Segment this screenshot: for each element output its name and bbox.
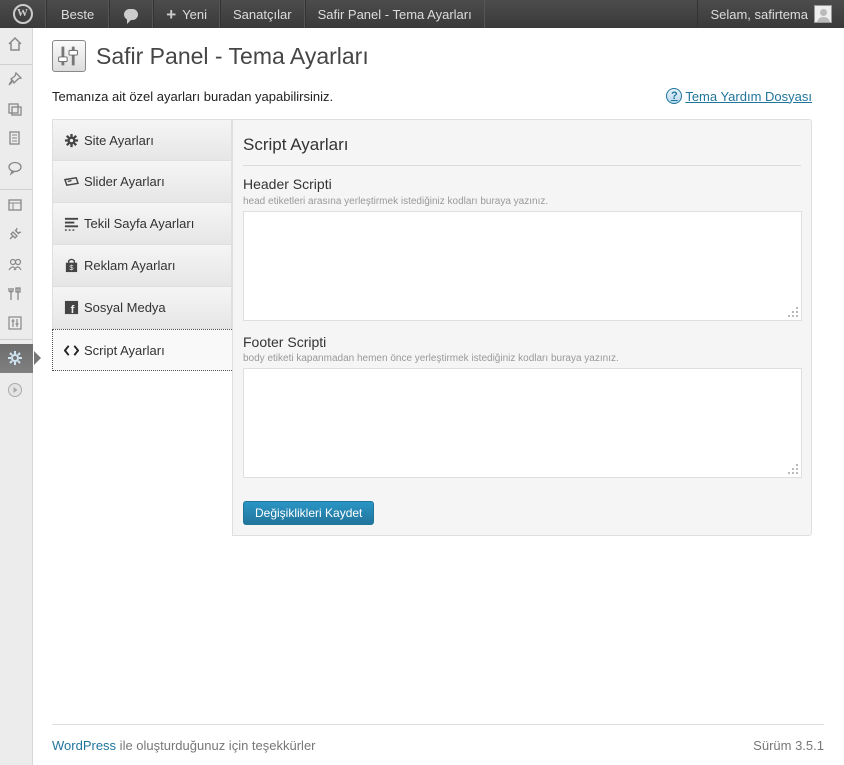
- resize-grip-icon[interactable]: [788, 464, 798, 474]
- tools-icon[interactable]: [5, 284, 25, 304]
- bag-icon: $: [63, 258, 79, 274]
- tab-label: Script Ayarları: [84, 342, 165, 358]
- artists-menu[interactable]: Sanatçılar: [220, 0, 305, 28]
- tab-label: Slider Ayarları: [84, 174, 165, 189]
- footer-thanks-text: ile oluşturduğunuz için teşekkürler: [116, 738, 316, 753]
- tab-ad-settings[interactable]: $ Reklam Ayarları: [52, 245, 232, 287]
- safir-panel-menu-active[interactable]: [0, 344, 41, 373]
- gear-icon: [63, 132, 79, 148]
- footer-script-label: Footer Scripti: [243, 334, 327, 350]
- comments-icon[interactable]: [5, 158, 25, 178]
- footer-script-description: body etiketi kapanmadan hemen önce yerle…: [243, 353, 619, 364]
- admin-bar: Beste + Yeni Sanatçılar Safir Panel - Te…: [0, 0, 844, 28]
- site-name-link[interactable]: Beste: [46, 0, 110, 28]
- tab-site-settings[interactable]: Site Ayarları: [52, 119, 232, 161]
- plus-icon: +: [166, 4, 177, 24]
- tab-slider-settings[interactable]: Slider Ayarları: [52, 161, 232, 203]
- slider-icon: [63, 174, 79, 190]
- tab-social-media[interactable]: f Sosyal Medya: [52, 287, 232, 329]
- lines-icon: [63, 216, 79, 232]
- comment-bubble-icon: [124, 8, 139, 24]
- help-link-label: Tema Yardım Dosyası: [685, 88, 812, 104]
- admin-menu: [0, 28, 41, 765]
- theme-help-link[interactable]: ? Tema Yardım Dosyası: [666, 88, 812, 104]
- plugins-icon[interactable]: [5, 224, 25, 244]
- settings-tabs: Site Ayarları Slider Ayarları Tekil Sayf…: [52, 119, 232, 371]
- tab-label: Tekil Sayfa Ayarları: [84, 216, 195, 231]
- pages-icon[interactable]: [5, 128, 25, 148]
- svg-text:f: f: [70, 304, 74, 315]
- version-text: Sürüm 3.5.1: [753, 738, 824, 753]
- panel-title: Script Ayarları: [243, 135, 349, 154]
- help-icon: ?: [666, 88, 683, 104]
- header-script-label: Header Scripti: [243, 176, 332, 192]
- wordpress-link[interactable]: WordPress: [52, 738, 116, 753]
- divider: [243, 165, 801, 166]
- users-icon[interactable]: [5, 254, 25, 274]
- wordpress-logo-icon: [12, 4, 33, 24]
- tab-label: Reklam Ayarları: [84, 258, 176, 273]
- tab-label: Site Ayarları: [84, 132, 154, 148]
- page-description: Temanıza ait özel ayarları buradan yapab…: [52, 89, 334, 104]
- theme-settings-menu[interactable]: Safir Panel - Tema Ayarları: [304, 0, 485, 28]
- greeting-text: Selam, safirtema: [710, 6, 808, 22]
- settings-sliders-icon[interactable]: [5, 313, 25, 333]
- comments-menu[interactable]: [109, 0, 154, 28]
- code-icon: [63, 342, 79, 358]
- footer-divider: [52, 724, 824, 725]
- tab-label: Sosyal Medya: [84, 300, 166, 315]
- appearance-icon[interactable]: [5, 195, 25, 215]
- media-icon[interactable]: [5, 99, 25, 119]
- new-content-label: Yeni: [182, 6, 208, 22]
- wordpress-logo-menu[interactable]: [0, 0, 46, 28]
- dashboard-icon[interactable]: [5, 34, 25, 54]
- script-settings-panel: Script Ayarları Header Scripti head etik…: [232, 119, 812, 536]
- footer-script-textarea[interactable]: [243, 368, 802, 478]
- page-title: Safir Panel - Tema Ayarları: [96, 43, 369, 69]
- footer-thanks: WordPress ile oluşturduğunuz için teşekk…: [52, 738, 316, 753]
- save-changes-button[interactable]: Değişiklikleri Kaydet: [243, 501, 375, 525]
- theme-settings-icon: [52, 40, 86, 72]
- tab-single-page-settings[interactable]: Tekil Sayfa Ayarları: [52, 203, 232, 245]
- facebook-icon: f: [63, 300, 79, 316]
- new-content-menu[interactable]: + Yeni: [153, 0, 221, 28]
- my-account-menu[interactable]: Selam, safirtema: [697, 0, 844, 28]
- avatar: [814, 5, 832, 23]
- collapse-menu-icon[interactable]: [5, 380, 25, 400]
- posts-pin-icon[interactable]: [5, 69, 25, 89]
- header-script-description: head etiketleri arasına yerleştirmek ist…: [243, 196, 549, 207]
- safir-gear-icon: [5, 348, 25, 368]
- resize-grip-icon[interactable]: [788, 307, 798, 317]
- header-script-textarea[interactable]: [243, 211, 802, 321]
- tab-script-settings[interactable]: Script Ayarları: [52, 329, 232, 371]
